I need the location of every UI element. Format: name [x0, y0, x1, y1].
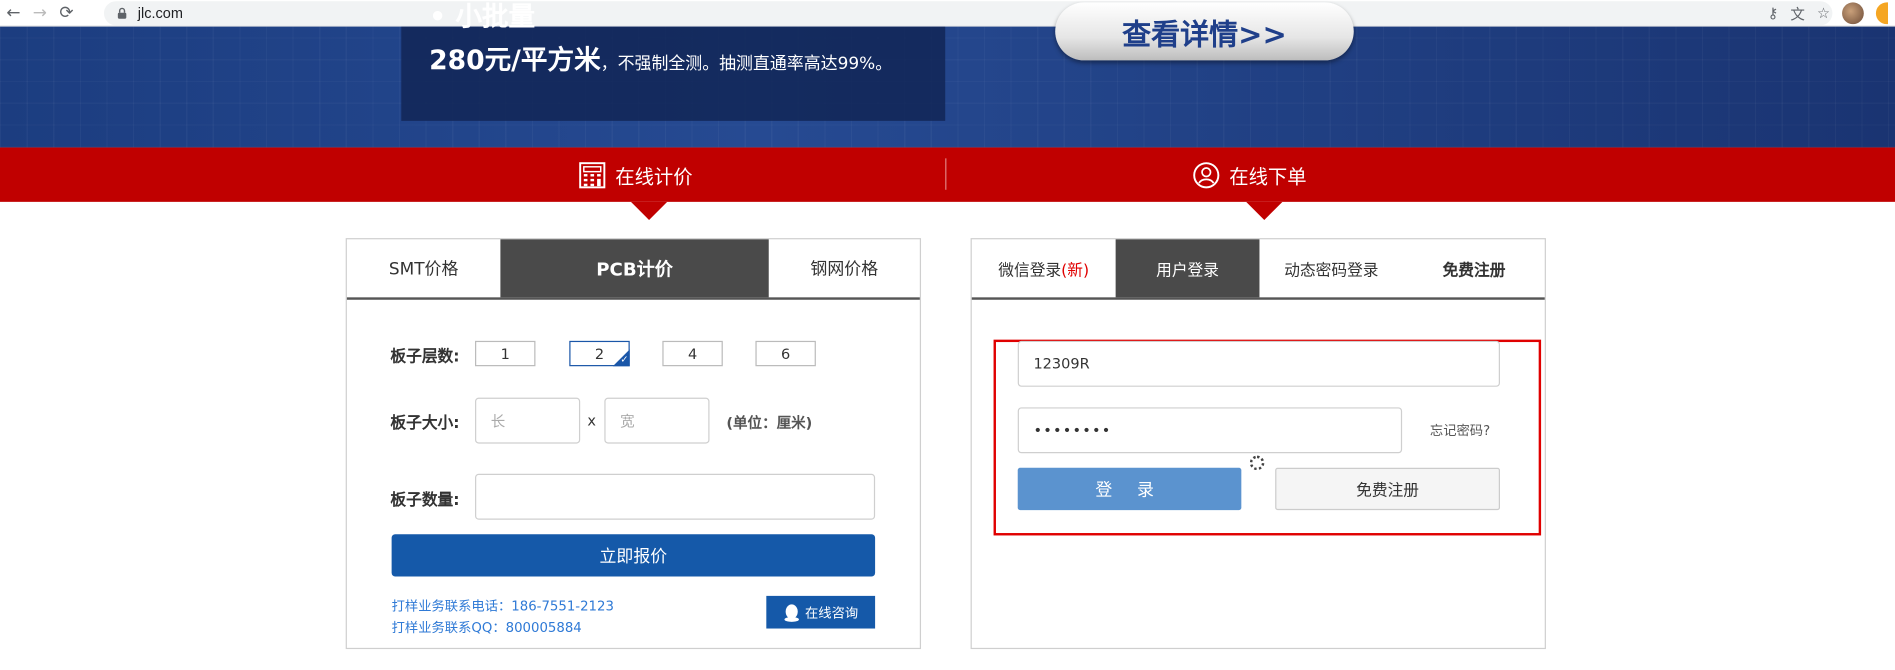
qq-penguin-icon — [784, 603, 799, 622]
lock-icon — [117, 7, 127, 19]
tab-dynamic-password-login[interactable]: 动态密码登录 — [1259, 239, 1403, 297]
service-nav-bar: 在线计价 在线下单 — [0, 147, 1895, 202]
login-tabs: 微信登录 (新) 用户登录 动态密码登录 免费注册 — [971, 239, 1545, 300]
quantity-label: 板子数量: — [390, 491, 460, 511]
star-icon[interactable]: ☆ — [1817, 5, 1830, 22]
translate-icon[interactable]: 文 — [1790, 3, 1805, 24]
price-note: ，不强制全测。抽测直通率高达99%。 — [600, 54, 893, 74]
size-label: 板子大小: — [390, 414, 460, 433]
quantity-input[interactable] — [475, 473, 876, 520]
layer-option-2[interactable]: 2 ✓ — [569, 340, 630, 367]
user-icon — [1193, 161, 1220, 188]
online-consult-button[interactable]: 在线咨询 — [766, 595, 876, 629]
back-icon[interactable]: ← — [0, 0, 27, 26]
tab-online-order-label: 在线下单 — [1229, 164, 1307, 188]
promo-heading: • 小批量 — [429, 2, 536, 33]
register-button[interactable]: 免费注册 — [1275, 467, 1500, 511]
size-unit: (单位：厘米) — [726, 414, 813, 432]
order-pointer — [1246, 201, 1283, 220]
tab-wechat-login-label: 微信登录 — [998, 261, 1062, 280]
width-input[interactable]: 宽 — [604, 397, 710, 444]
online-consult-label: 在线咨询 — [804, 604, 859, 621]
nav-divider — [945, 158, 947, 190]
forgot-password-link[interactable]: 忘记密码? — [1430, 421, 1490, 440]
username-field[interactable]: 12309R — [1017, 340, 1500, 387]
length-input[interactable]: 长 — [475, 397, 581, 444]
address-bar[interactable]: jlc.com — [103, 1, 1833, 26]
login-button[interactable]: 登 录 — [1017, 467, 1242, 511]
browser-toolbar: ← → ⟳ jlc.com ⚷ 文 ☆ — [0, 0, 1895, 27]
get-quote-button[interactable]: 立即报价 — [391, 534, 876, 577]
layers-label: 板子层数: — [390, 348, 460, 367]
view-details-button[interactable]: 查看详情>> — [1055, 2, 1354, 61]
tab-smt-price[interactable]: SMT价格 — [347, 239, 501, 297]
sales-qq: 打样业务联系QQ：800005884 — [391, 620, 582, 636]
new-badge: (新) — [1061, 261, 1090, 280]
tab-user-login[interactable]: 用户登录 — [1115, 239, 1260, 298]
reload-icon[interactable]: ⟳ — [53, 0, 80, 26]
forward-icon[interactable]: → — [27, 0, 54, 26]
loading-spinner-icon — [1249, 455, 1265, 471]
avatar[interactable] — [1842, 2, 1864, 25]
layer-option-2-label: 2 — [594, 345, 605, 363]
layer-option-6[interactable]: 6 — [755, 340, 816, 367]
tab-free-register[interactable]: 免费注册 — [1403, 239, 1544, 297]
sales-phone: 打样业务联系电话：186-7551-2123 — [391, 598, 614, 615]
size-separator: x — [587, 412, 597, 430]
tab-pcb-quote[interactable]: PCB计价 — [500, 239, 769, 298]
url-text: jlc.com — [137, 4, 183, 22]
quote-pointer — [630, 201, 668, 220]
tab-stencil-price[interactable]: 钢网价格 — [769, 239, 920, 297]
calculator-icon — [579, 161, 606, 188]
promo-banner — [0, 26, 1895, 148]
key-icon[interactable]: ⚷ — [1768, 5, 1779, 22]
check-icon: ✓ — [612, 349, 630, 367]
layer-option-1[interactable]: 1 — [475, 340, 536, 367]
promo-price: 280元/平方米，不强制全测。抽测直通率高达99%。 — [429, 39, 892, 78]
password-field[interactable]: •••••••• — [1017, 407, 1403, 454]
price-value: 280元/平方米 — [429, 45, 601, 77]
tab-online-order[interactable]: 在线下单 — [1193, 147, 1307, 201]
quote-tabs: SMT价格 PCB计价 钢网价格 — [346, 239, 920, 300]
extension-icon[interactable] — [1875, 2, 1888, 25]
circuit-background — [0, 26, 1895, 148]
tab-online-quote-label: 在线计价 — [615, 164, 693, 188]
tab-online-quote[interactable]: 在线计价 — [579, 147, 693, 201]
layer-option-4[interactable]: 4 — [662, 340, 723, 367]
tab-wechat-login[interactable]: 微信登录 (新) — [972, 239, 1116, 297]
